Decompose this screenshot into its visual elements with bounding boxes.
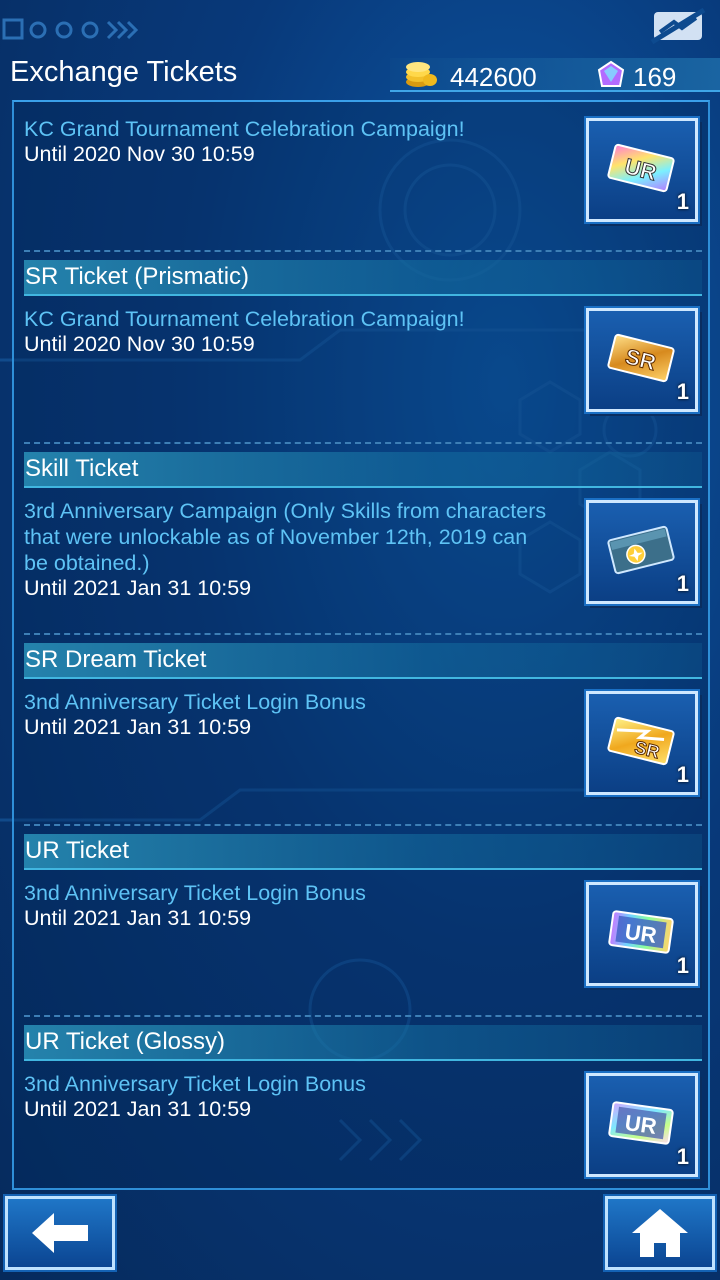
sr-dream-ticket-button[interactable]: SR 1 xyxy=(586,691,698,795)
sr-dream-ticket-icon: SR xyxy=(607,716,675,766)
expiry-date: Until 2021 Jan 31 10:59 xyxy=(24,1097,252,1121)
expiry-date: Until 2021 Jan 31 10:59 xyxy=(24,715,252,739)
ticket-heading: UR Ticket xyxy=(24,834,702,870)
expiry-date: Until 2020 Nov 30 10:59 xyxy=(24,332,255,356)
ur-ticket-glossy-button[interactable]: UR 1 xyxy=(586,1073,698,1177)
skill-ticket-icon xyxy=(607,525,675,575)
ticket-heading: Skill Ticket xyxy=(24,452,702,488)
home-icon xyxy=(632,1209,688,1257)
ur-ticket-glossy-icon: UR xyxy=(608,1101,674,1145)
gem-amount: 169 xyxy=(633,62,677,92)
list-item: Skill Ticket 3rd Anniversary Campaign (O… xyxy=(24,452,702,642)
divider xyxy=(24,442,702,444)
list-item: SR Ticket (Prismatic) KC Grand Tournamen… xyxy=(24,260,702,450)
ticket-quantity: 1 xyxy=(676,571,689,596)
divider xyxy=(24,633,702,635)
expiry-date: Until 2021 Jan 31 10:59 xyxy=(24,576,252,600)
ticket-heading: SR Dream Ticket xyxy=(24,643,702,679)
svg-text:UR: UR xyxy=(623,1110,658,1139)
top-bar: Exchange Tickets 442600 169 xyxy=(0,0,720,96)
ur-ticket-prismatic-button[interactable]: UR 1 xyxy=(586,118,698,222)
arrow-left-icon xyxy=(32,1213,88,1253)
list-item: UR Ticket (Glossy) 3nd Anniversary Ticke… xyxy=(24,1025,702,1185)
ticket-quantity: 1 xyxy=(676,953,689,978)
gold-coin-icon xyxy=(406,62,437,87)
back-button[interactable] xyxy=(5,1196,115,1270)
ticket-quantity: 1 xyxy=(676,379,689,404)
ticket-quantity: 1 xyxy=(676,189,689,214)
list-item: UR Ticket 3nd Anniversary Ticket Login B… xyxy=(24,834,702,1024)
campaign-name: 3nd Anniversary Ticket Login Bonus xyxy=(24,1072,366,1096)
home-button[interactable] xyxy=(605,1196,715,1270)
campaign-name: 3nd Anniversary Ticket Login Bonus xyxy=(24,690,366,714)
expiry-date: Until 2021 Jan 31 10:59 xyxy=(24,906,252,930)
gold-amount: 442600 xyxy=(450,62,537,92)
sr-ticket-prismatic-icon: SR xyxy=(607,333,675,383)
ticket-list-panel[interactable]: KC Grand Tournament Celebration Campaign… xyxy=(12,100,710,1190)
expiry-date: Until 2020 Nov 30 10:59 xyxy=(24,142,255,166)
skill-ticket-button[interactable]: 1 xyxy=(586,500,698,604)
page-title: Exchange Tickets xyxy=(10,56,238,88)
divider xyxy=(24,1015,702,1017)
campaign-name: KC Grand Tournament Celebration Campaign… xyxy=(24,117,465,141)
divider xyxy=(24,824,702,826)
campaign-name: 3nd Anniversary Ticket Login Bonus xyxy=(24,881,366,905)
currency-bar: 442600 169 xyxy=(390,58,720,92)
ur-ticket-button[interactable]: UR 1 xyxy=(586,882,698,986)
header-decoration xyxy=(0,16,150,50)
gem-icon xyxy=(597,60,625,87)
ticket-heading: UR Ticket (Glossy) xyxy=(24,1025,702,1061)
ticket-quantity: 1 xyxy=(676,762,689,787)
ur-ticket-icon: UR xyxy=(608,910,674,954)
ticket-heading: SR Ticket (Prismatic) xyxy=(24,260,702,296)
ur-ticket-prismatic-icon: UR xyxy=(607,143,675,193)
ticket-quantity: 1 xyxy=(676,1144,689,1169)
signal-off-icon xyxy=(650,8,706,44)
campaign-name: 3rd Anniversary Campaign (Only Skills fr… xyxy=(24,499,547,575)
list-item: SR Dream Ticket 3nd Anniversary Ticket L… xyxy=(24,643,702,833)
campaign-name: KC Grand Tournament Celebration Campaign… xyxy=(24,307,465,331)
divider xyxy=(24,250,702,252)
sr-ticket-prismatic-button[interactable]: SR 1 xyxy=(586,308,698,412)
svg-text:UR: UR xyxy=(623,919,658,948)
